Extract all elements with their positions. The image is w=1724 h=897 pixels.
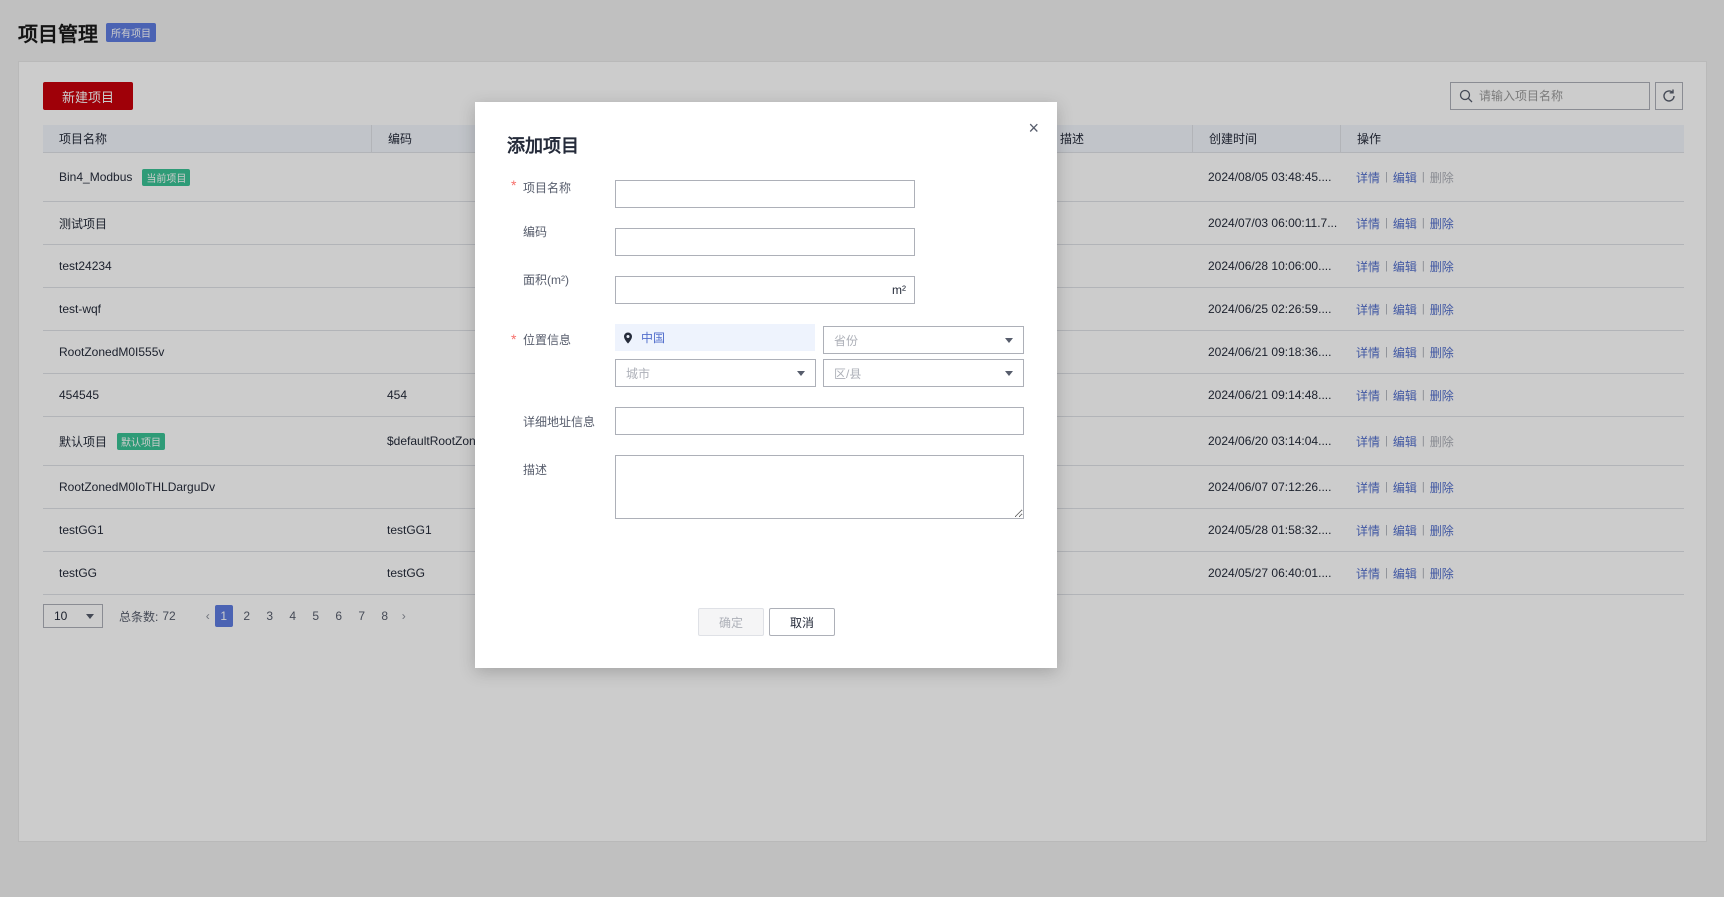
code-label: 编码 — [523, 225, 548, 239]
city-select[interactable]: 城市 — [615, 359, 816, 387]
country-chip[interactable]: 中国 — [615, 324, 815, 351]
province-select[interactable]: 省份 — [823, 326, 1024, 354]
close-icon[interactable]: × — [1028, 118, 1039, 139]
page: 项目管理 所有项目 新建项目 项目名称 编码 描述 创建时间 操作 — [0, 0, 1724, 897]
district-placeholder: 区/县 — [834, 366, 862, 381]
cancel-button[interactable]: 取消 — [769, 608, 835, 636]
required-mark: * — [511, 177, 517, 193]
address-input[interactable] — [615, 407, 1024, 435]
chevron-down-icon — [1005, 370, 1013, 376]
country-value: 中国 — [641, 331, 666, 345]
description-label: 描述 — [523, 463, 548, 477]
address-label: 详细地址信息 — [523, 415, 596, 429]
province-placeholder: 省份 — [834, 333, 859, 348]
project-name-label: 项目名称 — [523, 181, 572, 195]
area-unit: m² — [892, 283, 906, 297]
code-input[interactable] — [615, 228, 915, 256]
chevron-down-icon — [797, 370, 805, 376]
location-pin-icon — [624, 332, 632, 343]
project-name-input[interactable] — [615, 180, 915, 208]
location-label: 位置信息 — [523, 333, 572, 347]
district-select[interactable]: 区/县 — [823, 359, 1024, 387]
chevron-down-icon — [1005, 337, 1013, 343]
city-placeholder: 城市 — [626, 366, 651, 381]
confirm-button[interactable]: 确定 — [698, 608, 764, 636]
description-textarea[interactable] — [615, 455, 1024, 519]
add-project-dialog: 添加项目 × * 项目名称 编码 面积(m²) m² * 位置信息 中国 省份 … — [475, 102, 1057, 668]
required-mark: * — [511, 331, 517, 347]
area-input[interactable] — [615, 276, 915, 304]
dialog-title: 添加项目 — [507, 136, 579, 156]
area-label: 面积(m²) — [523, 273, 569, 287]
